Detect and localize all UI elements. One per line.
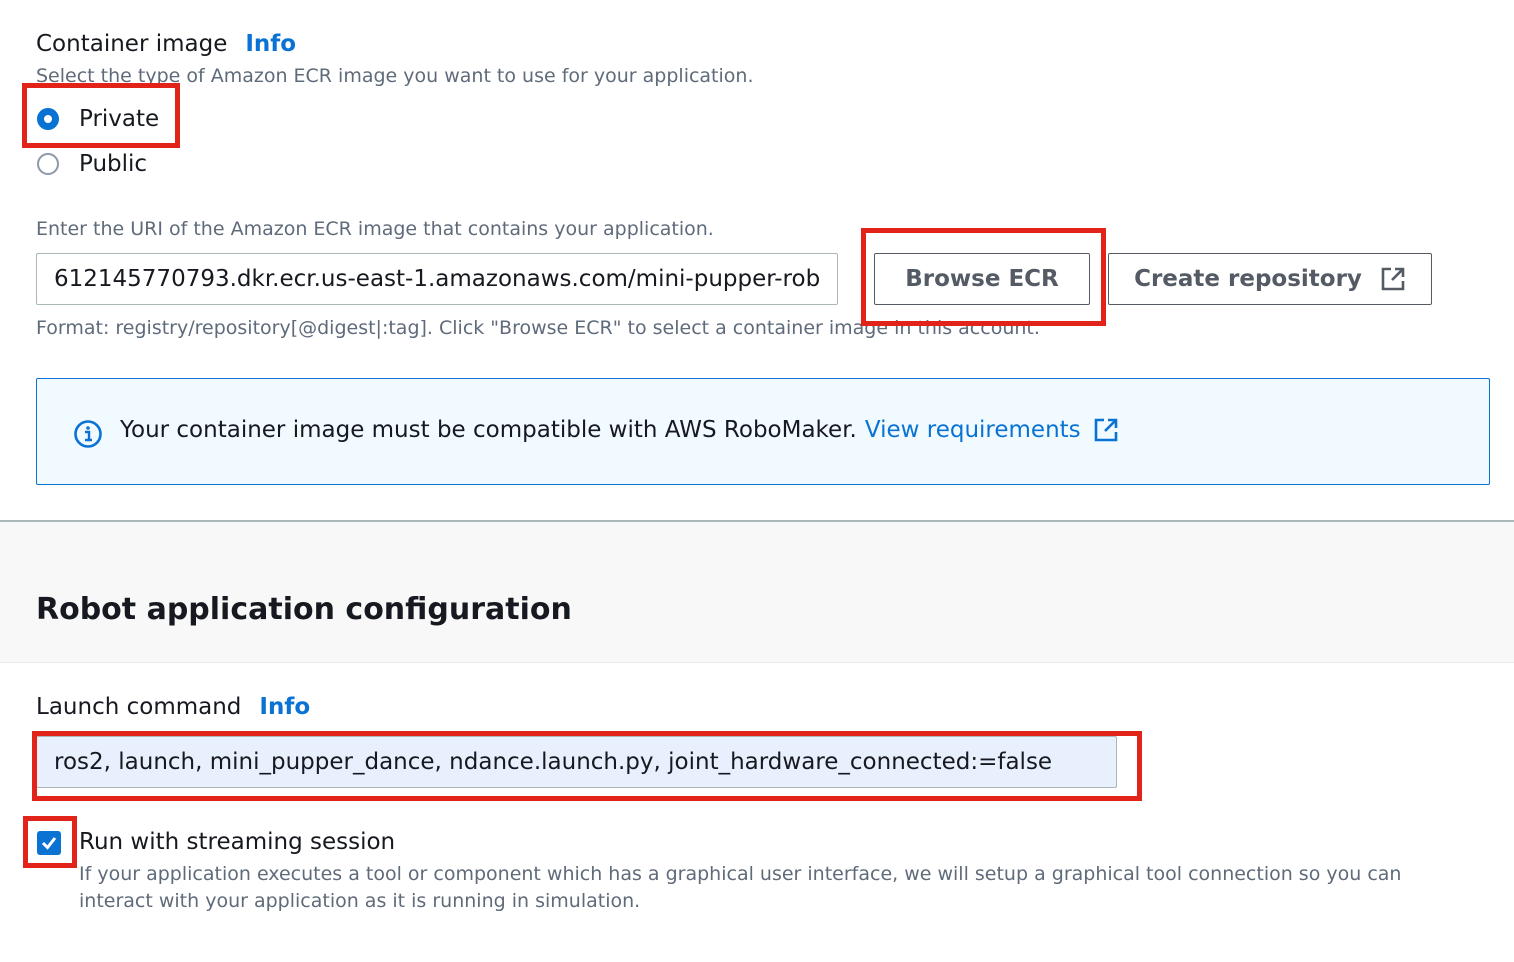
robot-config-header: Robot application configuration (0, 522, 1514, 662)
launch-command-title: Launch command (36, 694, 242, 720)
container-image-title: Container image (36, 31, 228, 57)
launch-command-info-link[interactable]: Info (259, 694, 310, 720)
ecr-uri-value: 612145770793.dkr.ecr.us-east-1.amazonaws… (54, 266, 821, 292)
checkmark-icon (41, 837, 57, 850)
radio-public-label[interactable]: Public (79, 151, 147, 177)
alert-text: Your container image must be compatible … (120, 417, 857, 443)
streaming-checkbox[interactable] (37, 831, 61, 855)
streaming-label[interactable]: Run with streaming session (79, 829, 395, 855)
browse-ecr-label: Browse ECR (905, 266, 1059, 292)
launch-command-input[interactable]: ros2, launch, mini_pupper_dance, ndance.… (36, 736, 1117, 788)
view-requirements-link[interactable]: View requirements (865, 417, 1081, 443)
streaming-description-line1: If your application executes a tool or c… (79, 863, 1402, 885)
external-link-icon[interactable] (1093, 417, 1119, 443)
robot-config-heading: Robot application configuration (36, 592, 572, 627)
alert-message: Your container image must be compatible … (120, 417, 1119, 443)
uri-description: Enter the URI of the Amazon ECR image th… (36, 218, 714, 240)
header-divider (0, 662, 1514, 663)
browse-ecr-button[interactable]: Browse ECR (874, 253, 1090, 305)
launch-command-label: Launch command Info (36, 694, 310, 720)
compatibility-alert: Your container image must be compatible … (36, 378, 1490, 485)
info-icon (73, 419, 103, 453)
container-image-description: Select the type of Amazon ECR image you … (36, 65, 754, 87)
create-repository-button[interactable]: Create repository (1108, 253, 1432, 305)
uri-format-hint: Format: registry/repository[@digest|:tag… (36, 317, 1040, 339)
container-image-label: Container image Info (36, 31, 296, 57)
launch-command-value: ros2, launch, mini_pupper_dance, ndance.… (54, 749, 1053, 775)
external-link-icon (1381, 267, 1405, 291)
create-repository-label: Create repository (1134, 266, 1362, 292)
radio-private[interactable]: Private (37, 106, 159, 132)
radio-public-indicator[interactable] (37, 153, 59, 175)
radio-private-label[interactable]: Private (79, 106, 159, 132)
radio-private-indicator[interactable] (37, 108, 59, 130)
ecr-uri-input[interactable]: 612145770793.dkr.ecr.us-east-1.amazonaws… (36, 253, 838, 305)
container-image-info-link[interactable]: Info (245, 31, 296, 57)
streaming-description-line2: interact with your application as it is … (79, 890, 641, 912)
radio-public[interactable]: Public (37, 151, 147, 177)
